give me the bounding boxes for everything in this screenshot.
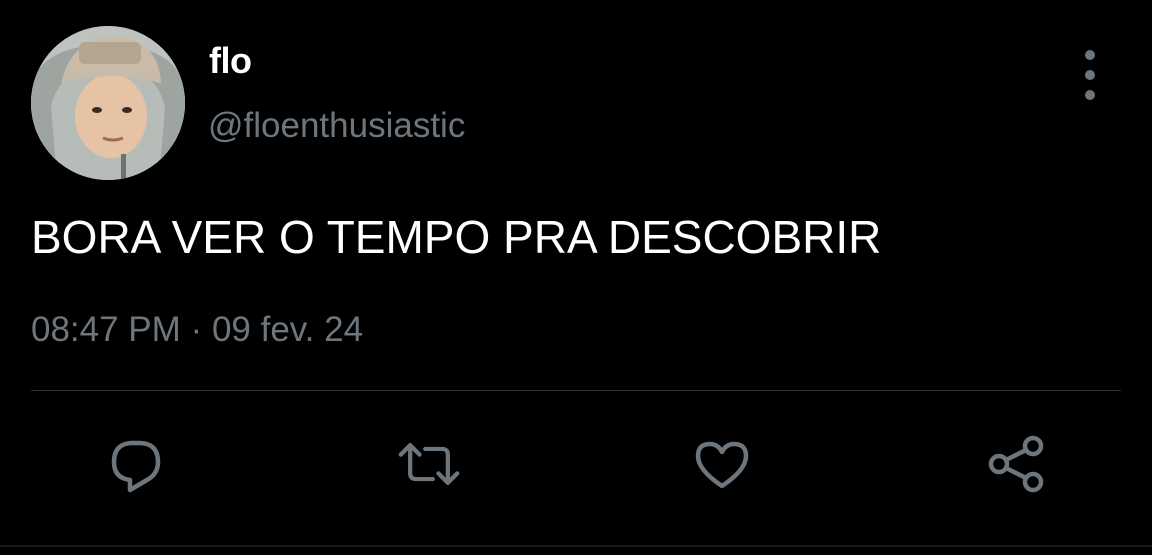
bottom-border bbox=[0, 545, 1152, 547]
more-options-button[interactable] bbox=[1070, 50, 1110, 100]
share-button[interactable] bbox=[985, 432, 1049, 496]
tweet-time[interactable]: 08:47 PM bbox=[31, 310, 181, 349]
more-vertical-icon-dot bbox=[1085, 70, 1095, 80]
timestamp-separator: · bbox=[190, 310, 203, 349]
retweet-button[interactable] bbox=[397, 432, 461, 496]
avatar[interactable] bbox=[31, 26, 185, 180]
share-icon bbox=[988, 435, 1044, 493]
retweet-icon bbox=[398, 443, 460, 485]
heart-icon bbox=[695, 441, 749, 489]
more-vertical-icon-dot bbox=[1085, 90, 1095, 100]
tweet-card: flo @floenthusiastic BORA VER O TEMPO PR… bbox=[0, 0, 1152, 555]
like-button[interactable] bbox=[690, 432, 754, 496]
avatar-image bbox=[31, 26, 185, 180]
reply-button[interactable] bbox=[104, 432, 168, 496]
tweet-timestamp: 08:47 PM · 09 fev. 24 bbox=[31, 310, 363, 350]
more-vertical-icon bbox=[1085, 50, 1095, 60]
display-name[interactable]: flo bbox=[209, 40, 252, 82]
divider bbox=[31, 390, 1121, 391]
reply-bubble-icon bbox=[111, 440, 161, 493]
tweet-text: BORA VER O TEMPO PRA DESCOBRIR bbox=[31, 211, 882, 263]
user-handle[interactable]: @floenthusiastic bbox=[208, 106, 465, 146]
tweet-date[interactable]: 09 fev. 24 bbox=[212, 310, 363, 349]
